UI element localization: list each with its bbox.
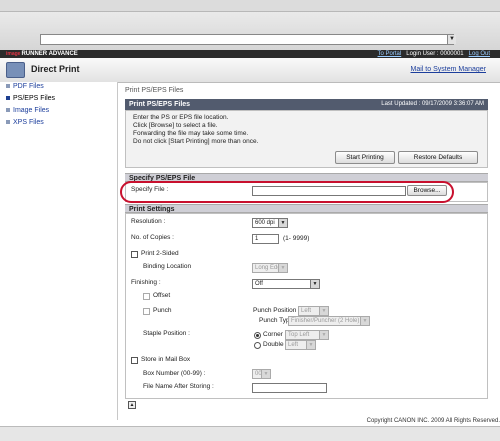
bullet-icon xyxy=(6,96,10,101)
chevron-down-icon: ▼ xyxy=(261,370,270,378)
logout-link[interactable]: Log Out xyxy=(469,51,490,57)
header-links: To Portal Login User : 0000001 Log Out xyxy=(378,50,490,58)
login-user-label: Login User : xyxy=(406,51,439,57)
sidebar-item-image-files[interactable]: Image Files xyxy=(6,107,49,114)
punch-label: Punch xyxy=(153,307,172,314)
instruction-line: Do not click [Start Printing] more than … xyxy=(133,138,259,145)
punch-type-select[interactable]: Finisher/Puncher (2 Hole) ▼ xyxy=(288,316,370,326)
restore-defaults-button[interactable]: Restore Defaults xyxy=(398,151,478,164)
mail-to-system-manager-link[interactable]: Mail to System Manager xyxy=(411,66,486,73)
panel-header: Print PS/EPS Files Last Updated : 09/17/2… xyxy=(125,99,488,110)
address-dropdown-icon[interactable]: ▼ xyxy=(447,35,456,44)
staple-position-label: Staple Position : xyxy=(143,330,190,337)
browser-tab-strip xyxy=(0,0,500,12)
print-2-sided-label: Print 2-Sided xyxy=(141,250,179,257)
panel-title: Print PS/EPS Files xyxy=(129,101,191,108)
binding-location-label: Binding Location xyxy=(143,263,192,270)
browser-status-bar xyxy=(0,426,500,441)
box-number-label: Box Number (00-99) : xyxy=(143,370,206,377)
breadcrumb: Print PS/EPS Files xyxy=(125,87,184,94)
punch-position-label: Punch Position xyxy=(253,307,297,314)
double-select[interactable]: Left ▼ xyxy=(285,340,316,350)
brand-logo: imageRUNNER ADVANCE xyxy=(6,51,78,57)
chevron-down-icon: ▼ xyxy=(360,317,369,325)
sidebar-item-ps-eps-files[interactable]: PS/EPS Files xyxy=(6,95,55,102)
start-printing-button[interactable]: Start Printing xyxy=(335,151,395,164)
punch-checkbox[interactable] xyxy=(143,308,150,315)
resolution-select[interactable]: 600 dpi ▼ xyxy=(252,218,288,228)
resolution-label: Resolution : xyxy=(131,218,166,225)
instruction-line: Forwarding the file may take some time. xyxy=(133,130,249,137)
store-in-mail-box-label: Store in Mail Box xyxy=(141,356,191,363)
printer-icon xyxy=(6,62,25,78)
sidebar xyxy=(0,82,118,420)
instruction-line: Click [Browse] to select a file. xyxy=(133,122,218,129)
address-bar[interactable] xyxy=(40,34,454,45)
offset-label: Offset xyxy=(153,292,171,299)
punch-position-select[interactable]: Left ▼ xyxy=(298,306,329,316)
file-name-after-storing-label: File Name After Storing : xyxy=(143,383,214,390)
highlight-annotation xyxy=(120,181,454,203)
login-user-value: 0000001 xyxy=(440,51,464,57)
offset-checkbox[interactable] xyxy=(143,293,150,300)
file-name-after-storing-input[interactable] xyxy=(252,383,327,393)
print-2-sided-checkbox[interactable] xyxy=(131,251,138,258)
store-in-mail-box-checkbox[interactable] xyxy=(131,357,138,364)
copies-input[interactable]: 1 xyxy=(252,234,279,244)
bullet-icon xyxy=(6,108,10,113)
corner-label: Corner xyxy=(263,331,283,338)
instruction-line: Enter the PS or EPS file location. xyxy=(133,114,229,121)
corner-select[interactable]: Top Left ▼ xyxy=(285,330,329,340)
chevron-down-icon: ▼ xyxy=(310,280,319,288)
chevron-down-icon: ▼ xyxy=(319,331,328,339)
double-label: Double xyxy=(263,341,284,348)
finishing-label: Finishing : xyxy=(131,279,161,286)
sidebar-item-pdf-files[interactable]: PDF Files xyxy=(6,83,44,90)
copies-label: No. of Copies : xyxy=(131,234,174,241)
last-updated: Last Updated : 09/17/2009 3:36:07 AM xyxy=(381,101,484,107)
double-radio[interactable] xyxy=(254,342,261,349)
corner-radio[interactable] xyxy=(254,332,261,339)
page-title: Direct Print xyxy=(31,64,80,74)
bullet-icon xyxy=(6,84,10,89)
chevron-down-icon: ▼ xyxy=(319,307,328,315)
copies-range-hint: (1- 9999) xyxy=(283,235,310,242)
to-portal-link[interactable]: To Portal xyxy=(378,51,402,57)
chevron-down-icon: ▼ xyxy=(278,219,287,227)
chevron-down-icon: ▼ xyxy=(278,264,287,272)
finishing-select[interactable]: Off ▼ xyxy=(252,279,320,289)
section-header-print-settings: Print Settings xyxy=(125,204,488,213)
chevron-down-icon: ▼ xyxy=(306,341,315,349)
binding-location-select[interactable]: Long Edge ▼ xyxy=(252,263,288,273)
sidebar-item-xps-files[interactable]: XPS Files xyxy=(6,119,44,126)
bullet-icon xyxy=(6,120,10,125)
box-number-select[interactable]: 00 ▼ xyxy=(252,369,271,379)
scroll-to-top-icon[interactable]: ▲ xyxy=(128,401,136,409)
